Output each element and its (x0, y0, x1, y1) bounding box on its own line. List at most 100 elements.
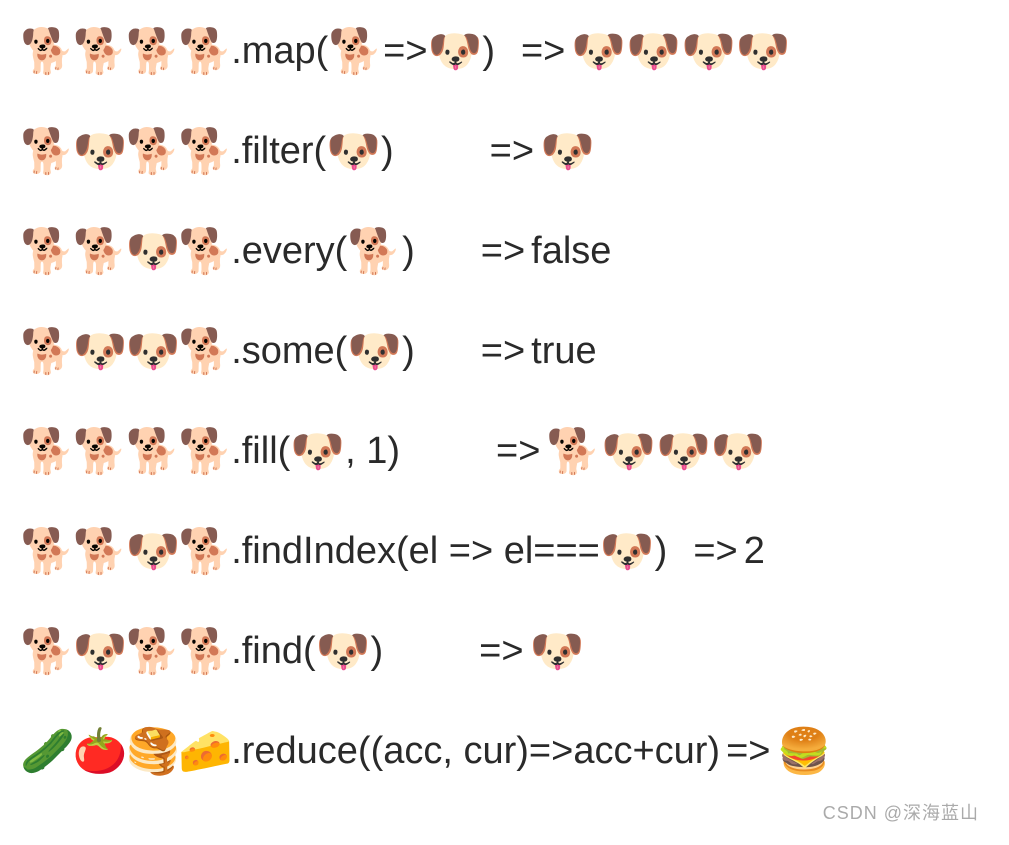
array-literal: 🐕🐕🐕🐕 (20, 30, 231, 74)
dog-icon: 🐕 (126, 430, 179, 474)
dogface-icon: 🐶 (73, 630, 126, 674)
method-close: ) (402, 331, 415, 373)
method-text: .find( (231, 631, 315, 673)
method-text: .filter( (231, 131, 326, 173)
result-value: 2 (744, 531, 765, 573)
arrow-text: => (484, 131, 540, 173)
result-value: 🐶 (540, 130, 595, 174)
code-lines-container: 🐕🐕🐕🐕.map(🐕=>🐶) => 🐶🐶🐶🐶🐕🐶🐕🐕.filter(🐶) => … (20, 30, 989, 774)
code-line-4: 🐕🐕🐕🐕.fill(🐶, 1) => 🐕🐶🐶🐶 (20, 430, 989, 474)
result-text: false (531, 231, 611, 273)
dogface-icon: 🐶 (571, 30, 626, 74)
dog-icon: 🐕 (126, 630, 179, 674)
dog-icon: 🐕 (178, 630, 231, 674)
method-close: ) (370, 631, 383, 673)
arrow-text: => (490, 431, 546, 473)
tomato-icon: 🍅 (73, 730, 126, 774)
dog-icon: 🐕 (178, 30, 231, 74)
dog-icon: 🐕 (178, 430, 231, 474)
dogface-icon: 🐶 (290, 430, 345, 474)
array-literal: 🐕🐕🐶🐕 (20, 230, 231, 274)
dogface-icon: 🐶 (126, 230, 179, 274)
dogface-icon: 🐶 (126, 330, 179, 374)
arrow-text: => (473, 631, 529, 673)
pancakes-icon: 🥞 (126, 730, 179, 774)
result-text: true (531, 331, 596, 373)
result-value: 🐶 (530, 630, 585, 674)
dog-icon: 🐕 (178, 130, 231, 174)
method-close: ) (482, 31, 495, 73)
code-line-7: 🥒🍅🥞🧀.reduce((acc, cur)=>acc+cur) => 🍔 (20, 730, 989, 774)
array-literal: 🐕🐶🐶🐕 (20, 330, 231, 374)
dog-icon: 🐕 (20, 130, 73, 174)
result-value: true (531, 331, 596, 373)
dog-icon: 🐕 (178, 330, 231, 374)
code-line-5: 🐕🐕🐶🐕.findIndex(el => el===🐶) => 2 (20, 530, 989, 574)
code-line-2: 🐕🐕🐶🐕.every(🐕) => false (20, 230, 989, 274)
dog-icon: 🐕 (347, 230, 402, 274)
dog-icon: 🐕 (20, 30, 73, 74)
dog-icon: 🐕 (73, 530, 126, 574)
result-value: false (531, 231, 611, 273)
dogface-icon: 🐶 (530, 630, 585, 674)
array-literal: 🥒🍅🥞🧀 (20, 730, 231, 774)
dogface-icon: 🐶 (126, 530, 179, 574)
dogface-icon: 🐶 (711, 430, 766, 474)
dog-icon: 🐕 (20, 430, 73, 474)
dog-icon: 🐕 (178, 230, 231, 274)
method-close: ) (402, 231, 415, 273)
watermark-text: CSDN @深海蓝山 (823, 799, 979, 825)
array-literal: 🐕🐕🐶🐕 (20, 530, 231, 574)
dog-icon: 🐕 (73, 230, 126, 274)
method-text: .findIndex(el => el=== (231, 531, 600, 573)
dogface-icon: 🐶 (626, 30, 681, 74)
dogface-icon: 🐶 (326, 130, 381, 174)
dogface-icon: 🐶 (316, 630, 371, 674)
args-mid-text: => (383, 31, 427, 73)
dog-icon: 🐕 (20, 630, 73, 674)
arrow-text: => (475, 331, 531, 373)
cheese-icon: 🧀 (178, 730, 231, 774)
dog-icon: 🐕 (126, 30, 179, 74)
arrow-text: => (515, 31, 571, 73)
dogface-icon: 🐶 (681, 30, 736, 74)
arrow-text: => (720, 731, 776, 773)
dogface-icon: 🐶 (736, 30, 791, 74)
dogface-icon: 🐶 (347, 330, 402, 374)
code-line-0: 🐕🐕🐕🐕.map(🐕=>🐶) => 🐶🐶🐶🐶 (20, 30, 989, 74)
dog-icon: 🐕 (546, 430, 601, 474)
array-literal: 🐕🐶🐕🐕 (20, 630, 231, 674)
method-text: .map( (231, 31, 328, 73)
code-line-3: 🐕🐶🐶🐕.some(🐶) => true (20, 330, 989, 374)
dogface-icon: 🐶 (73, 130, 126, 174)
dogface-icon: 🐶 (428, 30, 483, 74)
result-value: 🍔 (776, 730, 831, 774)
dog-icon: 🐕 (20, 330, 73, 374)
dog-icon: 🐕 (20, 230, 73, 274)
dog-icon: 🐕 (20, 530, 73, 574)
code-line-6: 🐕🐶🐕🐕.find(🐶) => 🐶 (20, 630, 989, 674)
method-text: .some( (231, 331, 347, 373)
result-value: 🐶🐶🐶🐶 (571, 30, 790, 74)
code-line-1: 🐕🐶🐕🐕.filter(🐶) => 🐶 (20, 130, 989, 174)
method-close: ) (381, 131, 394, 173)
method-close: ) (387, 431, 400, 473)
cucumber-icon: 🥒 (20, 730, 73, 774)
dogface-icon: 🐶 (540, 130, 595, 174)
dog-icon: 🐕 (328, 30, 383, 74)
arrow-text: => (687, 531, 743, 573)
method-text: .reduce((acc, cur)=>acc+cur) (231, 731, 720, 773)
args-mid-text: , 1 (345, 431, 387, 473)
dog-icon: 🐕 (73, 30, 126, 74)
method-text: .fill( (231, 431, 290, 473)
dogface-icon: 🐶 (656, 430, 711, 474)
method-text: .every( (231, 231, 347, 273)
dogface-icon: 🐶 (600, 530, 655, 574)
result-text: 2 (744, 531, 765, 573)
dog-icon: 🐕 (126, 130, 179, 174)
burger-icon: 🍔 (776, 730, 831, 774)
dogface-icon: 🐶 (601, 430, 656, 474)
dog-icon: 🐕 (178, 530, 231, 574)
array-literal: 🐕🐕🐕🐕 (20, 430, 231, 474)
arrow-text: => (475, 231, 531, 273)
